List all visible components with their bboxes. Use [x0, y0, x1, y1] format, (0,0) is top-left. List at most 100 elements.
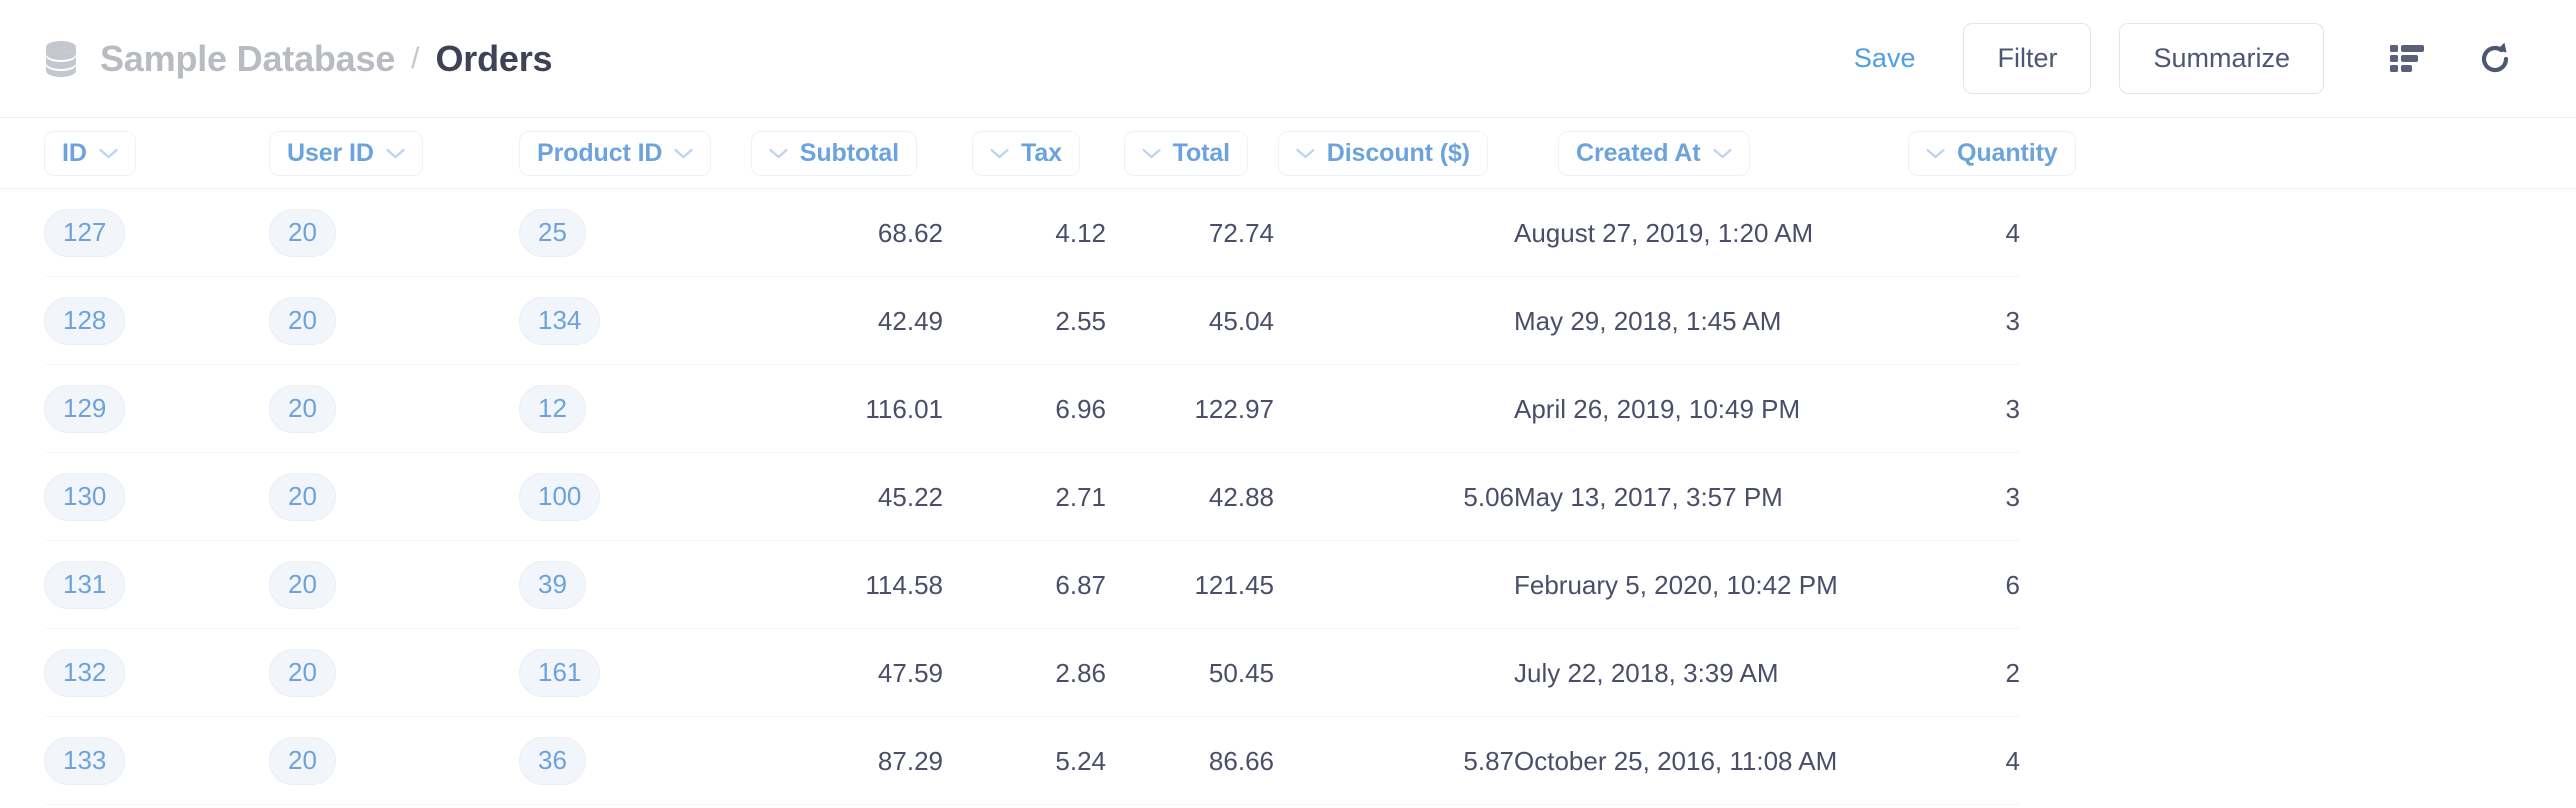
cell-created-at[interactable]: August 27, 2019, 1:20 AM: [1514, 188, 1908, 277]
cell-quantity[interactable]: 3: [1908, 453, 2020, 541]
column-header-user-id[interactable]: User ID: [225, 118, 475, 189]
cell-quantity[interactable]: 6: [1908, 541, 2020, 629]
id-pill[interactable]: 128: [44, 297, 126, 345]
cell-created-at[interactable]: July 22, 2018, 3:39 AM: [1514, 629, 1908, 717]
cell-discount[interactable]: 5.06: [1274, 453, 1514, 541]
cell-discount[interactable]: [1274, 629, 1514, 717]
cell-total[interactable]: 72.74: [1106, 188, 1274, 277]
product-id-pill[interactable]: 25: [519, 209, 586, 257]
id-pill[interactable]: 131: [44, 561, 126, 609]
cell-quantity[interactable]: 3: [1908, 277, 2020, 365]
column-pill-total[interactable]: Total: [1123, 130, 1248, 176]
cell-subtotal[interactable]: 68.62: [743, 188, 943, 277]
column-pill-id[interactable]: ID: [44, 130, 136, 176]
user-id-pill[interactable]: 20: [269, 473, 336, 521]
table-row[interactable]: 130 20 100 45.22 2.71 42.88 5.06 May 13, 2017, …: [0, 453, 2576, 541]
table-view-icon[interactable]: [2384, 36, 2430, 82]
column-header-discount[interactable]: Discount ($): [1274, 118, 1514, 189]
cell-subtotal[interactable]: 45.22: [743, 453, 943, 541]
table-row[interactable]: 133 20 36 87.29 5.24 86.66 5.87 October 25, 201…: [0, 717, 2576, 805]
cell-discount[interactable]: [1274, 541, 1514, 629]
table-row[interactable]: 128 20 134 42.49 2.55 45.04 May 29, 2018, 1:45…: [0, 277, 2576, 365]
column-pill-product-id[interactable]: Product ID: [519, 130, 712, 176]
cell-created-at[interactable]: February 5, 2020, 10:42 PM: [1514, 541, 1908, 629]
cell-quantity[interactable]: 3: [1908, 365, 2020, 453]
cell-created-at[interactable]: May 13, 2017, 3:57 PM: [1514, 453, 1908, 541]
cell-quantity[interactable]: 4: [1908, 717, 2020, 805]
column-header-subtotal[interactable]: Subtotal: [743, 118, 943, 189]
column-pill-discount[interactable]: Discount ($): [1277, 130, 1488, 176]
cell-subtotal[interactable]: 87.29: [743, 717, 943, 805]
user-id-pill[interactable]: 20: [269, 385, 336, 433]
cell-subtotal[interactable]: 114.58: [743, 541, 943, 629]
column-pill-tax[interactable]: Tax: [972, 130, 1080, 176]
cell-total[interactable]: 121.45: [1106, 541, 1274, 629]
product-id-pill[interactable]: 36: [519, 737, 586, 785]
product-id-pill[interactable]: 39: [519, 561, 586, 609]
cell-quantity[interactable]: 2: [1908, 629, 2020, 717]
cell-total[interactable]: 86.66: [1106, 717, 1274, 805]
cell-created-at[interactable]: April 26, 2019, 10:49 PM: [1514, 365, 1908, 453]
id-pill[interactable]: 133: [44, 737, 126, 785]
id-pill[interactable]: 130: [44, 473, 126, 521]
cell-discount[interactable]: [1274, 277, 1514, 365]
column-label: ID: [62, 138, 87, 167]
cell-tax[interactable]: 4.12: [943, 188, 1106, 277]
product-id-pill[interactable]: 12: [519, 385, 586, 433]
column-pill-created-at[interactable]: Created At: [1558, 130, 1750, 176]
user-id-pill-wrap: 20: [225, 629, 475, 717]
table-row[interactable]: 129 20 12 116.01 6.96 122.97 April 26, 2019, 1…: [0, 365, 2576, 453]
cell-quantity[interactable]: 4: [1908, 188, 2020, 277]
cell-total[interactable]: 50.45: [1106, 629, 1274, 717]
cell-tax[interactable]: 2.71: [943, 453, 1106, 541]
cell-user-id: 20: [225, 453, 475, 541]
cell-tax[interactable]: 6.87: [943, 541, 1106, 629]
id-pill[interactable]: 129: [44, 385, 126, 433]
column-header-quantity[interactable]: Quantity: [1908, 118, 2576, 189]
column-pill-user-id[interactable]: User ID: [269, 130, 423, 176]
product-id-pill[interactable]: 134: [519, 297, 601, 345]
id-pill[interactable]: 127: [44, 209, 126, 257]
cell-tax[interactable]: 2.86: [943, 629, 1106, 717]
cell-discount[interactable]: [1274, 188, 1514, 277]
user-id-pill[interactable]: 20: [269, 297, 336, 345]
cell-discount[interactable]: [1274, 365, 1514, 453]
cell-total[interactable]: 45.04: [1106, 277, 1274, 365]
filter-button[interactable]: Filter: [1963, 23, 2092, 94]
cell-subtotal[interactable]: 116.01: [743, 365, 943, 453]
cell-tax[interactable]: 5.24: [943, 717, 1106, 805]
column-label: User ID: [287, 138, 374, 167]
table-row[interactable]: 127 20 25 68.62 4.12 72.74 August 27, 2019, 1:…: [0, 188, 2576, 277]
breadcrumb-database[interactable]: Sample Database: [100, 38, 395, 80]
table-row[interactable]: 132 20 161 47.59 2.86 50.45 July 22, 2018, 3:3…: [0, 629, 2576, 717]
user-id-pill[interactable]: 20: [269, 209, 336, 257]
cell-total[interactable]: 122.97: [1106, 365, 1274, 453]
column-header-product-id[interactable]: Product ID: [475, 118, 743, 189]
id-pill-wrap: 133: [0, 717, 225, 805]
cell-discount[interactable]: 5.87: [1274, 717, 1514, 805]
user-id-pill[interactable]: 20: [269, 561, 336, 609]
summarize-button[interactable]: Summarize: [2119, 23, 2324, 94]
refresh-icon[interactable]: [2472, 36, 2518, 82]
cell-id: 127: [0, 188, 225, 277]
cell-created-at[interactable]: May 29, 2018, 1:45 AM: [1514, 277, 1908, 365]
cell-subtotal[interactable]: 47.59: [743, 629, 943, 717]
cell-created-at[interactable]: October 25, 2016, 11:08 AM: [1514, 717, 1908, 805]
column-pill-subtotal[interactable]: Subtotal: [750, 130, 917, 176]
product-id-pill[interactable]: 100: [519, 473, 601, 521]
column-header-id[interactable]: ID: [0, 118, 225, 189]
table-row[interactable]: 131 20 39 114.58 6.87 121.45 February 5, 2020,…: [0, 541, 2576, 629]
user-id-pill[interactable]: 20: [269, 737, 336, 785]
id-pill[interactable]: 132: [44, 649, 126, 697]
product-id-pill[interactable]: 161: [519, 649, 601, 697]
cell-tax[interactable]: 6.96: [943, 365, 1106, 453]
column-header-created-at[interactable]: Created At: [1514, 118, 1908, 189]
save-button[interactable]: Save: [1840, 33, 1930, 84]
column-header-total[interactable]: Total: [1106, 118, 1274, 189]
column-pill-quantity[interactable]: Quantity: [1908, 130, 2076, 176]
cell-subtotal[interactable]: 42.49: [743, 277, 943, 365]
column-header-tax[interactable]: Tax: [943, 118, 1106, 189]
cell-tax[interactable]: 2.55: [943, 277, 1106, 365]
cell-total[interactable]: 42.88: [1106, 453, 1274, 541]
user-id-pill[interactable]: 20: [269, 649, 336, 697]
